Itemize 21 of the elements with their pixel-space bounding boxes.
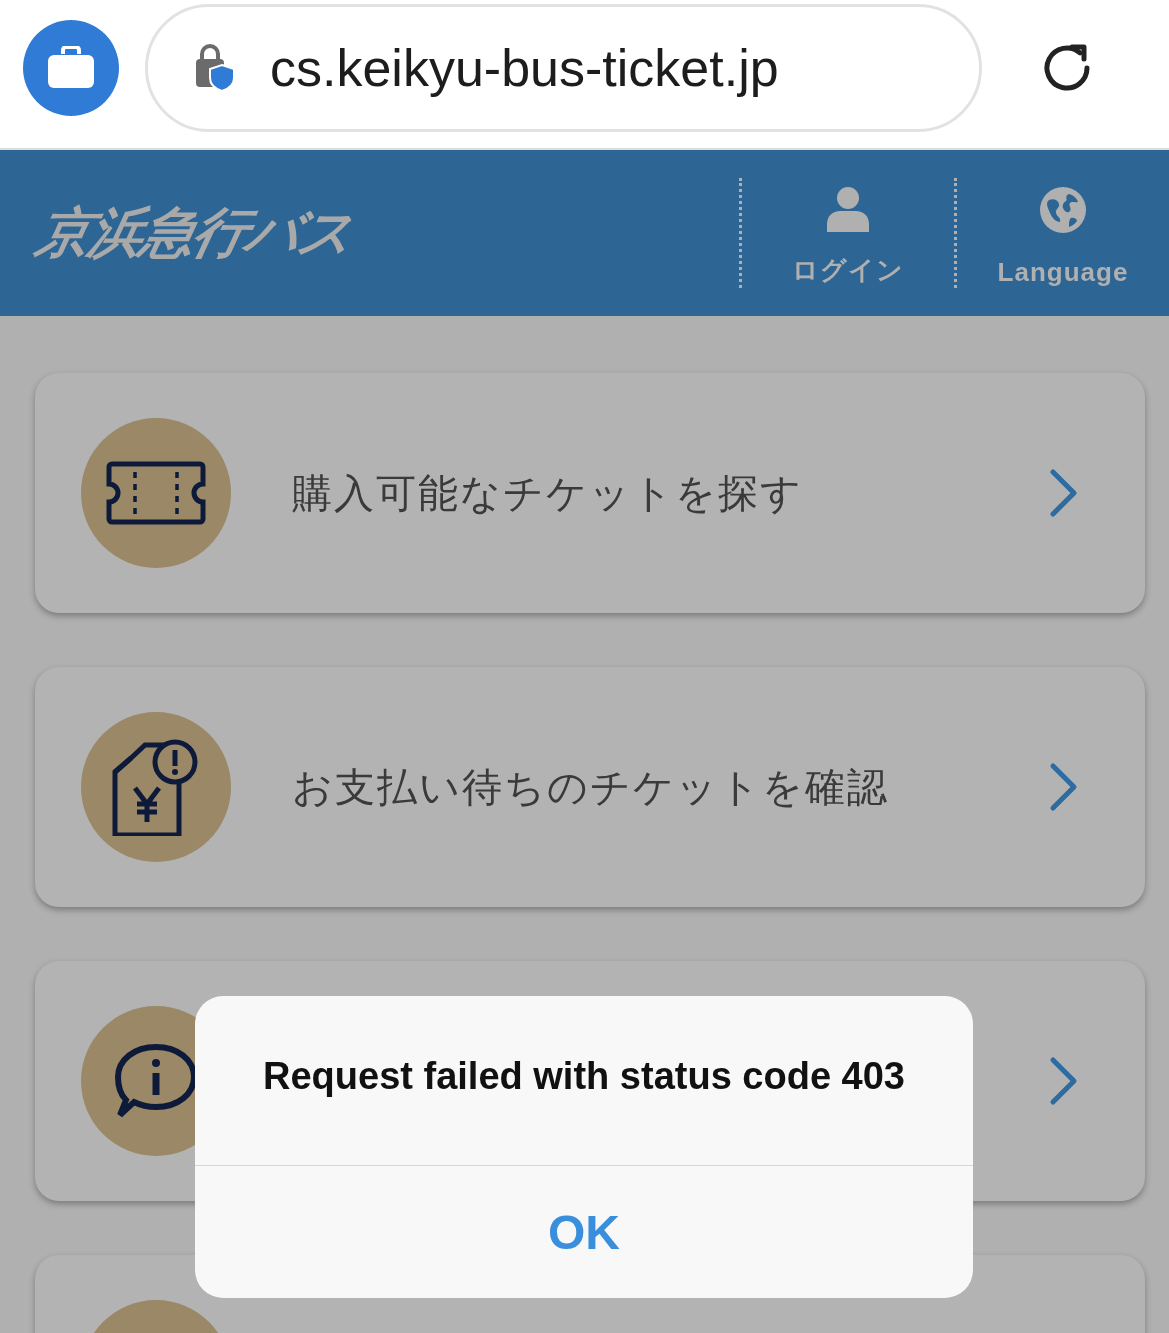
menu-label: 購入可能なチケットを探す [292, 469, 804, 517]
alert-message: Request failed with status code 403 [195, 996, 973, 1166]
login-button[interactable]: ログイン [739, 178, 954, 288]
menu-label: お支払い待ちのチケットを確認 [292, 763, 890, 811]
ticket-icon [106, 461, 206, 525]
info-bubble-icon [114, 1043, 198, 1119]
logo[interactable]: 京浜急行バス [30, 196, 360, 270]
url-text: cs.keikyu-bus-ticket.jp [270, 38, 779, 98]
globe-icon [1039, 186, 1087, 234]
chevron-right-icon [1049, 468, 1079, 518]
nav-label: Language [997, 257, 1129, 288]
briefcase-icon [46, 46, 96, 90]
chevron-right-icon [1049, 762, 1079, 812]
menu-card[interactable]: 購入可能なチケットを探す [35, 373, 1145, 613]
menu-card[interactable]: お支払い待ちのチケットを確認 [35, 667, 1145, 907]
language-button[interactable]: Language [954, 178, 1169, 288]
person-icon [826, 186, 870, 232]
address-bar[interactable]: cs.keikyu-bus-ticket.jp [145, 4, 982, 132]
chevron-right-icon [1049, 1056, 1079, 1106]
nav-label: ログイン [792, 254, 904, 287]
ok-button[interactable]: OK [195, 1166, 973, 1298]
